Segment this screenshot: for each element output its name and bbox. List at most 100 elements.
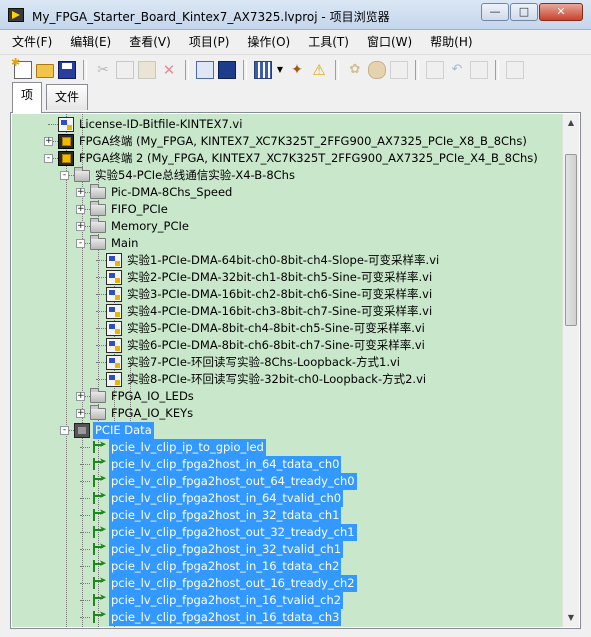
vertical-scrollbar[interactable]: ▲ ▼ bbox=[562, 114, 579, 627]
tree-item[interactable]: ➤ pcie_lv_clip_fpga2host_in_64_tvalid_ch0 bbox=[12, 490, 564, 507]
tree-item[interactable]: 实验7-PCIe-环回读写实验-8Chs-Loopback-方式1.vi bbox=[12, 354, 564, 371]
expand-icon[interactable]: + bbox=[76, 222, 85, 231]
tab-files[interactable]: 文件 bbox=[46, 84, 89, 110]
tree-item[interactable]: + FIFO_PCIe bbox=[12, 201, 564, 218]
collapse-icon[interactable]: - bbox=[60, 171, 69, 180]
menu-file[interactable]: 文件(F) bbox=[6, 32, 58, 52]
menu-tools[interactable]: 工具(T) bbox=[302, 32, 355, 52]
tree-branch-line bbox=[96, 294, 106, 295]
checkin-icon[interactable] bbox=[470, 60, 488, 79]
tree-item[interactable]: 实验5-PCIe-DMA-8bit-ch4-8bit-ch5-Sine-可变采样… bbox=[12, 320, 564, 337]
tree-branch-line bbox=[80, 515, 90, 516]
clip-io-icon: ➤ bbox=[90, 457, 107, 472]
tree-item[interactable]: + FPGA终端 (My_FPGA, KINTEX7_XC7K325T_2FFG9… bbox=[12, 133, 564, 150]
warning-icon[interactable]: ⚠ bbox=[310, 61, 328, 79]
source-control-icon[interactable] bbox=[426, 60, 444, 79]
expand-icon[interactable]: + bbox=[44, 137, 53, 146]
tree-item[interactable]: ➤ pcie_lv_clip_ip_to_gpio_led bbox=[12, 439, 564, 456]
properties-icon[interactable] bbox=[196, 60, 214, 79]
add-icon[interactable] bbox=[506, 60, 524, 79]
tree-item[interactable]: ➤ pcie_lv_clip_fpga2host_in_64_tdata_ch0 bbox=[12, 456, 564, 473]
menu-view[interactable]: 查看(V) bbox=[123, 32, 177, 52]
collapse-icon[interactable]: - bbox=[76, 239, 85, 248]
menu-project[interactable]: 项目(P) bbox=[183, 32, 236, 52]
dependencies-icon[interactable]: ✿ bbox=[346, 61, 364, 79]
close-button[interactable]: ✕ bbox=[539, 3, 583, 21]
minimize-button[interactable]: — bbox=[481, 3, 509, 21]
expand-icon[interactable]: + bbox=[76, 188, 85, 197]
copy-icon[interactable] bbox=[116, 60, 134, 79]
tree-item[interactable]: ➤ pcie_lv_clip_fpga2host_in_32_tvalid_ch1 bbox=[12, 541, 564, 558]
clip-io-icon: ➤ bbox=[90, 593, 107, 608]
vi-icon bbox=[106, 338, 122, 353]
scrollbar-thumb[interactable] bbox=[565, 154, 577, 326]
expand-icon[interactable]: + bbox=[76, 392, 85, 401]
vi-icon bbox=[106, 321, 122, 336]
tree-item[interactable]: 实验8-PCIe-环回读写实验-32bit-ch0-Loopback-方式2.v… bbox=[12, 371, 564, 388]
wand-icon[interactable]: ✦ bbox=[288, 61, 306, 79]
tree-item-label: 实验5-PCIe-DMA-8bit-ch4-8bit-ch5-Sine-可变采样… bbox=[127, 321, 425, 335]
tree-item[interactable]: - 实验54-PCIe总线通信实验-X4-B-8Chs bbox=[12, 167, 564, 184]
maximize-button[interactable]: □ bbox=[510, 3, 538, 21]
menu-window[interactable]: 窗口(W) bbox=[361, 32, 418, 52]
expand-icon[interactable]: + bbox=[76, 205, 85, 214]
clip-io-icon: ➤ bbox=[90, 474, 107, 489]
tree-item[interactable]: + FPGA_IO_KEYs bbox=[12, 405, 564, 422]
database-icon[interactable] bbox=[368, 60, 386, 79]
tree-item[interactable]: License-ID-Bitfile-KINTEX7.vi bbox=[12, 116, 564, 133]
tree-item[interactable]: - Main bbox=[12, 235, 564, 252]
tree-item[interactable]: ➤ pcie_lv_clip_fpga2host_out_32_tready_ch… bbox=[12, 524, 564, 541]
paste-icon[interactable] bbox=[138, 60, 156, 79]
labview-project-icon bbox=[8, 8, 24, 22]
tree-item-label: FPGA_IO_LEDs bbox=[111, 389, 194, 403]
undo-icon[interactable]: ↶ bbox=[448, 61, 466, 79]
tree-item[interactable]: - PCIE Data bbox=[12, 422, 564, 439]
save-all-icon[interactable] bbox=[58, 60, 76, 79]
tree-item[interactable]: ➤ pcie_lv_clip_fpga2host_out_64_tready_ch… bbox=[12, 473, 564, 490]
menu-help[interactable]: 帮助(H) bbox=[424, 32, 478, 52]
cut-icon[interactable]: ✂ bbox=[94, 61, 112, 79]
tree-item[interactable]: + Memory_PCIe bbox=[12, 218, 564, 235]
tree-item[interactable]: ➤ pcie_lv_clip_fpga2host_in_16_tdata_ch3 bbox=[12, 609, 564, 626]
folder-icon bbox=[90, 235, 106, 250]
toolbar-separator bbox=[335, 59, 339, 80]
collapse-icon[interactable]: - bbox=[60, 426, 69, 435]
open-folder-icon[interactable] bbox=[36, 64, 54, 78]
tree-item[interactable]: 实验2-PCIe-DMA-32bit-ch1-8bit-ch5-Sine-可变采… bbox=[12, 269, 564, 286]
menu-edit[interactable]: 编辑(E) bbox=[64, 32, 117, 52]
tree-item[interactable]: 实验3-PCIe-DMA-16bit-ch2-8bit-ch6-Sine-可变采… bbox=[12, 286, 564, 303]
view-grid-icon[interactable] bbox=[254, 60, 272, 79]
tree-item-label: pcie_lv_clip_fpga2host_in_16_tvalid_ch2 bbox=[109, 592, 344, 609]
tree-item-label: PCIE Data bbox=[93, 422, 154, 439]
project-tree-panel: License-ID-Bitfile-KINTEX7.vi + FPGA终端 (My… bbox=[10, 112, 581, 629]
tree-item[interactable]: ➤ pcie_lv_clip_fpga2host_in_16_tvalid_ch2 bbox=[12, 592, 564, 609]
clip-io-icon: ➤ bbox=[90, 576, 107, 591]
tree-item[interactable]: 实验6-PCIe-DMA-8bit-ch6-8bit-ch7-Sine-可变采样… bbox=[12, 337, 564, 354]
tree-item[interactable]: ➤ pcie_lv_clip_fpga2host_out_16_tready_ch… bbox=[12, 575, 564, 592]
menu-operate[interactable]: 操作(O) bbox=[241, 32, 296, 52]
folder-icon bbox=[90, 388, 106, 403]
folder-icon bbox=[90, 405, 106, 420]
tree-item[interactable]: ➤ pcie_lv_clip_fpga2host_in_16_tdata_ch2 bbox=[12, 558, 564, 575]
build-icon[interactable] bbox=[218, 60, 236, 79]
tree-item[interactable]: + FPGA_IO_LEDs bbox=[12, 388, 564, 405]
tree-item[interactable]: 实验1-PCIe-DMA-64bit-ch0-8bit-ch4-Slope-可变… bbox=[12, 252, 564, 269]
collapse-icon[interactable]: - bbox=[44, 154, 53, 163]
tab-items[interactable]: 项 bbox=[12, 82, 43, 113]
scroll-down-icon[interactable]: ▼ bbox=[564, 610, 578, 626]
tree-item-label: Main bbox=[111, 236, 139, 250]
tab-strip: 项 文件 bbox=[0, 82, 591, 114]
tree-item[interactable]: - FPGA终端 2 (My_FPGA, KINTEX7_XC7K325T_2FF… bbox=[12, 150, 564, 167]
tree-item-label: pcie_lv_clip_fpga2host_out_16_tready_ch2 bbox=[109, 575, 357, 592]
tree-item[interactable]: + Pic-DMA-8Chs_Speed bbox=[12, 184, 564, 201]
delete-icon[interactable]: ✕ bbox=[160, 61, 178, 79]
dropdown-arrow-icon[interactable]: ▼ bbox=[276, 61, 284, 79]
scroll-up-icon[interactable]: ▲ bbox=[564, 115, 578, 131]
generate-icon[interactable] bbox=[390, 60, 408, 79]
tree-item[interactable]: ➤ pcie_lv_clip_fpga2host_in_32_tdata_ch1 bbox=[12, 507, 564, 524]
tree-item[interactable]: 实验4-PCIe-DMA-16bit-ch3-8bit-ch7-Sine-可变采… bbox=[12, 303, 564, 320]
tree-item-label: pcie_lv_clip_ip_to_gpio_led bbox=[109, 439, 266, 456]
expand-icon[interactable]: + bbox=[76, 409, 85, 418]
tree-item-label: pcie_lv_clip_fpga2host_in_16_tdata_ch3 bbox=[109, 609, 342, 626]
new-file-icon[interactable] bbox=[11, 56, 32, 79]
